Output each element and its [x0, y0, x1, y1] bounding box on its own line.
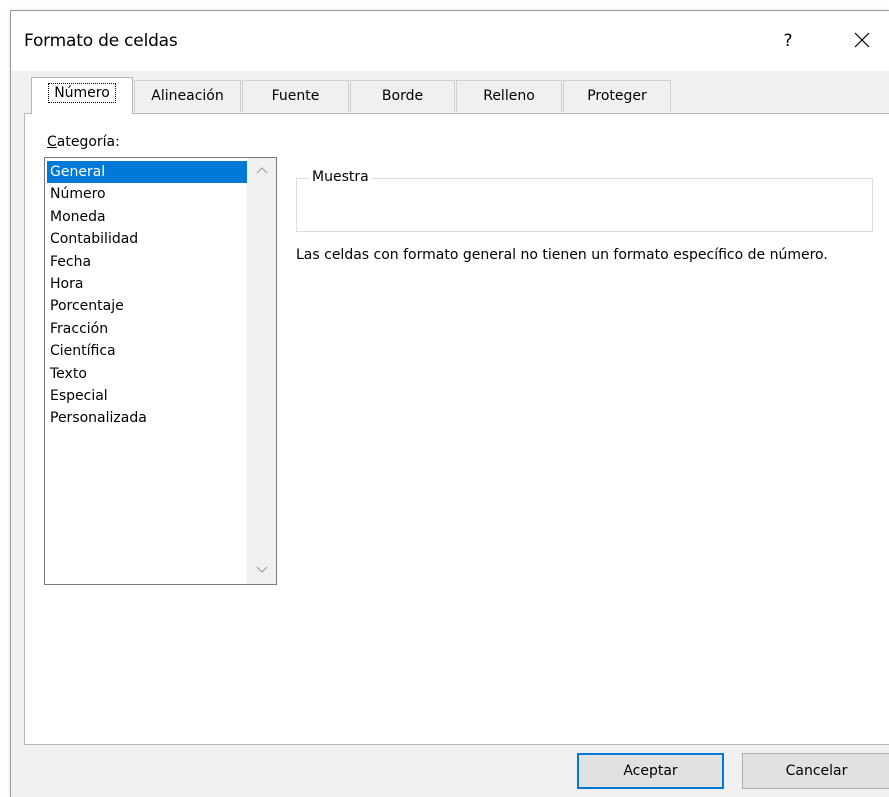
dialog-title: Formato de celdas [24, 31, 178, 51]
format-description: Las celdas con formato general no tienen… [296, 247, 828, 263]
close-icon [854, 32, 870, 48]
scroll-up-button[interactable] [248, 160, 276, 182]
tab-borde[interactable]: Borde [350, 80, 455, 112]
category-item-porcentaje[interactable]: Porcentaje [47, 295, 249, 317]
cancel-button[interactable]: Cancelar [742, 753, 889, 789]
category-label: Categoría: [47, 134, 120, 150]
tab-label: Alineación [151, 88, 224, 104]
category-item-personalizada[interactable]: Personalizada [47, 407, 249, 429]
category-item-contabilidad[interactable]: Contabilidad [47, 228, 249, 250]
tab-fuente[interactable]: Fuente [242, 80, 349, 112]
category-listbox[interactable]: General Número Moneda Contabilidad Fecha… [44, 157, 277, 585]
category-scrollbar[interactable] [247, 158, 276, 584]
chevron-up-icon [256, 167, 268, 174]
category-item-numero[interactable]: Número [47, 183, 249, 205]
category-item-texto[interactable]: Texto [47, 363, 249, 385]
category-item-moneda[interactable]: Moneda [47, 206, 249, 228]
category-item-especial[interactable]: Especial [47, 385, 249, 407]
tab-label: Proteger [587, 88, 647, 104]
category-item-fraccion[interactable]: Fracción [47, 318, 249, 340]
category-item-general[interactable]: General [47, 161, 249, 184]
category-item-cientifica[interactable]: Científica [47, 340, 249, 362]
help-button[interactable]: ? [773, 28, 803, 54]
tab-label: Número [48, 83, 116, 103]
sample-group [296, 178, 873, 232]
sample-legend: Muestra [310, 169, 371, 185]
tab-label: Fuente [271, 88, 320, 104]
tab-label: Relleno [483, 88, 535, 104]
category-item-hora[interactable]: Hora [47, 273, 249, 295]
scroll-down-button[interactable] [248, 560, 276, 582]
tab-numero[interactable]: Número [31, 77, 133, 114]
tab-label: Borde [381, 88, 424, 104]
chevron-down-icon [256, 566, 268, 573]
category-list: General Número Moneda Contabilidad Fecha… [47, 161, 249, 430]
tab-alineacion[interactable]: Alineación [134, 80, 241, 112]
close-button[interactable] [847, 27, 877, 55]
title-bar: Formato de celdas ? [11, 11, 889, 71]
tab-relleno[interactable]: Relleno [456, 80, 562, 112]
tab-panel-numero: Categoría: General Número Moneda Contabi… [24, 113, 889, 745]
ok-button[interactable]: Aceptar [577, 753, 724, 789]
category-item-fecha[interactable]: Fecha [47, 251, 249, 273]
tab-proteger[interactable]: Proteger [563, 80, 671, 112]
format-cells-dialog: Formato de celdas ? Número Alineación Fu… [10, 10, 889, 797]
